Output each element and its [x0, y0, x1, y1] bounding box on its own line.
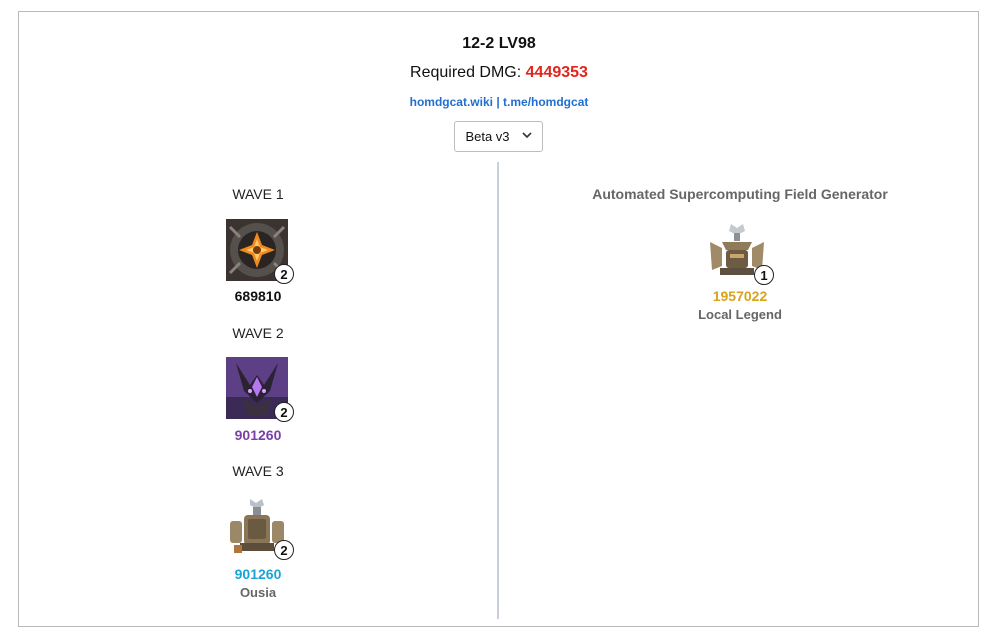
wave-3-count-badge: 2 [274, 540, 294, 560]
boss-count-badge: 1 [754, 265, 774, 285]
wave-2-enemy[interactable]: 2 [226, 357, 294, 422]
column-divider [497, 162, 499, 619]
homdgcat-wiki-link[interactable]: homdgcat.wiki [410, 95, 493, 109]
boss-enemy[interactable]: 1 [706, 220, 774, 285]
wave-2-title: WAVE 2 [232, 325, 284, 341]
wave-3-enemy-name: Ousia [239, 585, 277, 600]
boss-hp: 1957022 [712, 288, 768, 304]
boss-subtitle: Local Legend [698, 307, 782, 322]
wave-2-hp: 901260 [234, 427, 282, 443]
wave-3-title: WAVE 3 [232, 463, 284, 479]
wave-1-hp: 689810 [234, 288, 282, 304]
boss-title: Automated Supercomputing Field Generator [592, 186, 888, 202]
chevron-down-icon [521, 131, 532, 142]
wave-3-enemy[interactable]: 2 [226, 495, 294, 560]
wave-1-title: WAVE 1 [232, 186, 284, 202]
required-dmg-label: Required DMG: [410, 64, 522, 81]
required-dmg-value: 4449353 [525, 64, 588, 81]
header-links: homdgcat.wiki | t.me/homdgcat [0, 95, 998, 109]
required-dmg: Required DMG: 4449353 [0, 64, 998, 82]
version-select-value: Beta v3 [465, 129, 510, 144]
wave-2-count-badge: 2 [274, 402, 294, 422]
version-select[interactable]: Beta v3 [454, 121, 543, 152]
wave-3-hp: 901260 [234, 566, 282, 582]
telegram-link[interactable]: t.me/homdgcat [503, 95, 588, 109]
link-separator: | [492, 95, 504, 109]
wave-1-count-badge: 2 [274, 264, 294, 284]
wave-1-enemy[interactable]: 2 [226, 219, 294, 284]
stage-title: 12-2 LV98 [462, 35, 536, 52]
